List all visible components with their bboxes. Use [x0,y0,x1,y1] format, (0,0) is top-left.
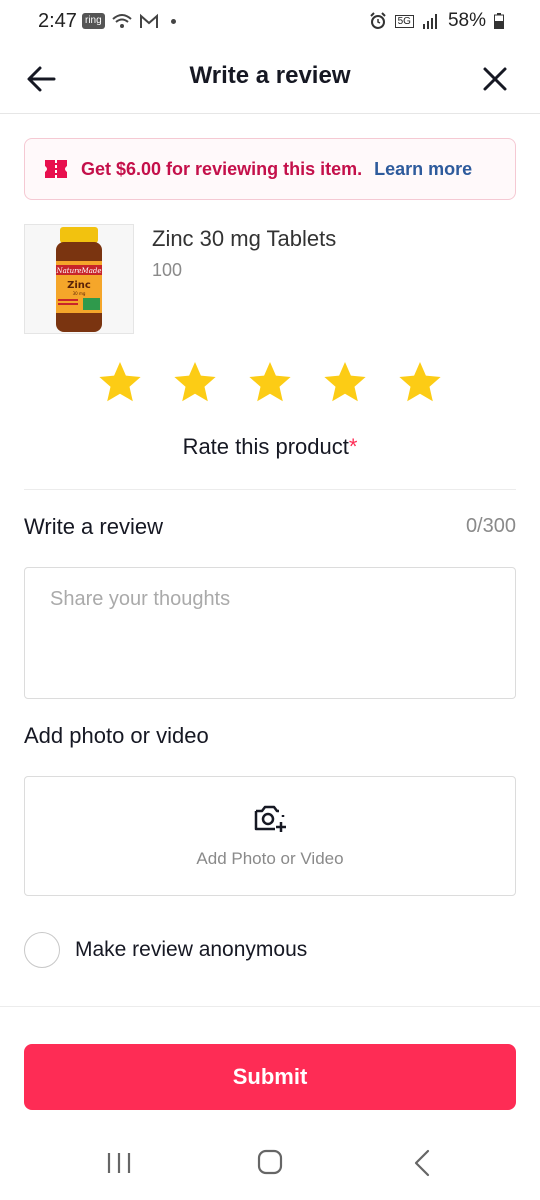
rate-product-text: Rate this product [182,434,349,459]
page-title: Write a review [189,62,351,89]
gmail-icon [139,13,158,28]
review-text-area[interactable]: Share your thoughts [24,567,516,699]
write-review-label: Write a review [24,514,163,539]
bottle-dose-text: 30 mg [73,291,86,296]
ring-app-icon: ring [82,13,105,29]
rate-product-label: Rate this product* [0,434,540,460]
ticket-icon [45,160,67,178]
battery-icon [494,13,504,29]
recent-apps-icon[interactable] [104,1150,134,1176]
signal-icon [422,14,437,29]
top-nav-bar: Write a review [0,44,540,114]
more-notifications-dot [170,18,176,24]
star-icon-4[interactable] [323,360,367,404]
home-icon[interactable] [256,1148,284,1176]
bottle-label-text: Zinc [67,280,91,291]
alarm-icon [369,12,386,29]
submit-button[interactable]: Submit [24,1044,516,1110]
close-icon[interactable] [476,60,514,98]
star-rating [0,360,540,404]
battery-percent: 58% [447,10,486,31]
reward-text: Get $6.00 for reviewing this item. [81,158,363,179]
learn-more-link[interactable]: Learn more [374,159,472,180]
star-icon-1[interactable] [98,360,142,404]
star-icon-5[interactable] [398,360,442,404]
add-photo-video-text: Add Photo or Video [196,849,344,868]
status-time: 2:47 [38,10,77,32]
system-nav-bar [0,1130,540,1200]
star-icon-3[interactable] [248,360,292,404]
anonymous-radio[interactable] [24,932,60,968]
wifi-call-icon [112,14,132,28]
reward-banner: Get $6.00 for reviewing this item. Learn… [24,138,516,200]
status-bar: 2:47 ring 5G 58% [0,0,540,44]
footer-divider [0,1006,540,1007]
product-quantity: 100 [152,260,183,280]
zinc-bottle-image: NatureMade Zinc 30 mg [55,227,102,332]
character-counter: 0/300 [465,515,516,537]
camera-add-icon [254,805,286,832]
review-placeholder: Share your thoughts [50,588,231,610]
notification-icons: ring [82,12,176,30]
product-image: NatureMade Zinc 30 mg [24,224,134,334]
status-right-icons: 5G 58% [369,10,504,32]
star-icon-2[interactable] [173,360,217,404]
add-photo-video-button[interactable]: Add Photo or Video [24,776,516,896]
bottle-brand-text: NatureMade [55,267,101,275]
required-asterisk: * [348,434,358,459]
add-media-label: Add photo or video [24,723,209,748]
product-name: Zinc 30 mg Tablets [152,226,337,251]
network-type-icon: 5G [394,14,414,28]
system-back-icon[interactable] [410,1148,434,1178]
anonymous-label[interactable]: Make review anonymous [75,938,307,962]
section-divider [24,489,516,490]
